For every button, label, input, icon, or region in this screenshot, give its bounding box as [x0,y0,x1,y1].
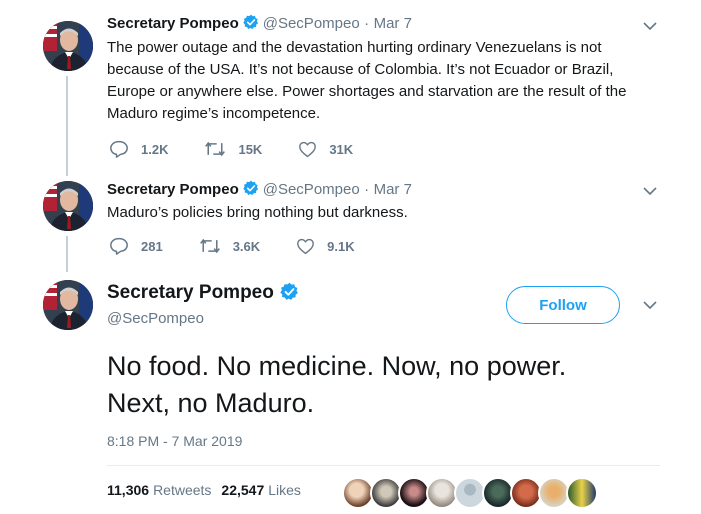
retweet-button[interactable]: 3.6K [199,238,260,254]
tweet-header: Secretary Pompeo @SecPompeo · Mar 7 [107,180,412,201]
liker-avatars [342,477,598,509]
engagement-stats: 11,306 Retweets 22,547 Likes [107,482,301,498]
like-count: 31K [329,141,354,157]
reply-icon [110,237,128,255]
main-text-line: No food. No medicine. Now, no power. [107,351,567,381]
thread-line [66,76,68,176]
liker-avatar[interactable] [566,477,598,509]
separator-dot: · [364,15,370,32]
verified-badge-icon [243,180,259,201]
heart-icon [297,238,315,254]
avatar[interactable] [43,181,93,231]
retweet-icon [199,238,220,254]
main-tweet-text: No food. No medicine. Now, no power. Nex… [107,348,667,422]
author-handle[interactable]: @SecPompeo [263,181,360,198]
reply-count: 281 [141,238,163,254]
avatar[interactable] [43,21,93,71]
like-stat[interactable]: 22,547 Likes [221,482,301,498]
main-text-line: Next, no Maduro. [107,388,315,418]
retweet-icon [205,141,226,157]
main-author: Secretary Pompeo [107,282,303,306]
like-button[interactable]: 9.1K [296,238,355,255]
tweet-date[interactable]: Mar 7 [374,181,412,198]
author-handle[interactable]: @SecPompeo [263,15,360,32]
like-stat-label: Likes [268,482,301,498]
retweet-count: 15K [238,141,263,157]
author-name[interactable]: Secretary Pompeo [107,15,239,32]
retweet-stat[interactable]: 11,306 Retweets [107,482,211,498]
thread-line [66,236,68,272]
retweet-stat-label: Retweets [153,482,212,498]
reply-button[interactable]: 1.2K [109,140,168,158]
heart-icon [299,141,317,157]
retweet-count: 3.6K [232,238,261,254]
verified-badge-icon [243,14,259,35]
reply-icon [110,140,128,158]
tweet-date[interactable]: Mar 7 [374,15,412,32]
author-handle[interactable]: @SecPompeo [107,310,204,327]
author-name[interactable]: Secretary Pompeo [107,181,239,198]
tweet-actions: 281 3.6K 9.1K [109,237,391,255]
separator-dot: · [364,181,370,198]
tweet-timestamp[interactable]: 8:18 PM - 7 Mar 2019 [107,433,242,449]
retweet-total: 11,306 [107,482,150,498]
follow-button[interactable]: Follow [506,286,620,324]
tweet-text: Maduro’s policies bring nothing but dark… [107,204,408,221]
reply-button[interactable]: 281 [109,237,163,255]
retweet-button[interactable]: 15K [204,141,262,157]
like-count: 9.1K [327,238,355,254]
avatar[interactable] [43,280,93,330]
tweet-actions: 1.2K 15K 31K [109,140,389,158]
chevron-down-icon[interactable] [640,181,660,201]
verified-badge-icon [280,282,299,306]
like-total: 22,547 [221,482,265,498]
tweet-header: Secretary Pompeo @SecPompeo · Mar 7 [107,14,412,35]
like-button[interactable]: 31K [298,141,353,158]
chevron-down-icon[interactable] [640,16,660,36]
author-name[interactable]: Secretary Pompeo [107,282,274,303]
tweet-text: The power outage and the devastation hur… [107,39,627,122]
divider [107,465,660,466]
chevron-down-icon[interactable] [640,295,660,315]
reply-count: 1.2K [141,141,169,157]
